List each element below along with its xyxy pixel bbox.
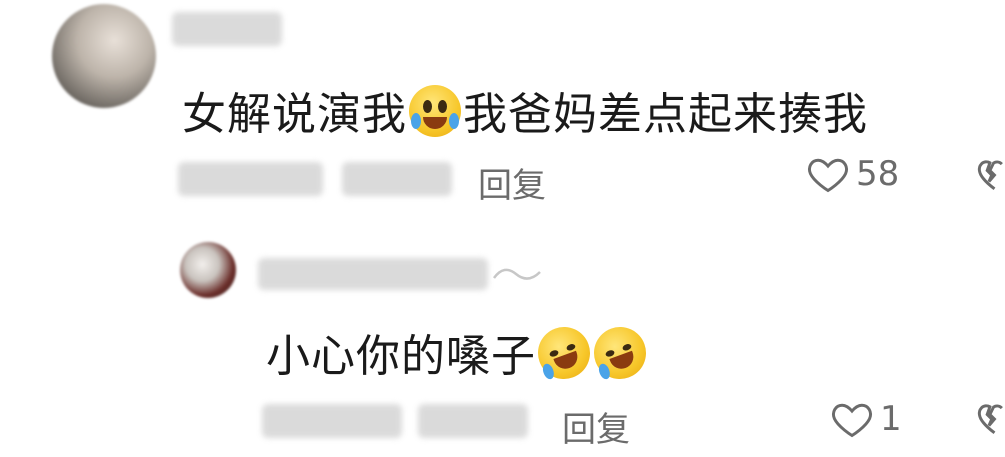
like-count: 1 (880, 399, 902, 439)
reply-arrow-icon (492, 268, 541, 280)
comment-text-part1: 女解说演我 (182, 89, 407, 140)
comment-text: 女解说演我 我爸妈差点起来揍我 (182, 78, 868, 142)
like-button[interactable]: 58 (806, 152, 899, 196)
comment-location-blurred (342, 162, 452, 196)
rolling-laughing-emoji-icon (530, 319, 598, 387)
broken-heart-icon[interactable] (972, 154, 1005, 198)
avatar[interactable] (180, 242, 236, 298)
reply-button[interactable]: 回复 (478, 158, 546, 207)
crying-laughing-emoji-icon (409, 85, 461, 137)
reply-time-blurred (262, 404, 402, 438)
like-button[interactable]: 1 (830, 397, 902, 441)
reply-text-body: 小心你的嗓子 (266, 331, 536, 382)
broken-heart-icon[interactable] (972, 398, 1005, 442)
like-count: 58 (856, 154, 900, 194)
reply-location-blurred (418, 404, 528, 438)
username-blurred[interactable] (172, 12, 282, 46)
rolling-laughing-emoji-icon (586, 319, 654, 387)
username-blurred[interactable] (258, 258, 488, 290)
comment-text-part2: 我爸妈差点起来揍我 (463, 89, 868, 140)
comment-time-blurred (178, 162, 323, 196)
avatar[interactable] (52, 4, 156, 108)
heart-icon (808, 158, 848, 193)
reply-button[interactable]: 回复 (562, 402, 630, 451)
reply-text: 小心你的嗓子 (266, 319, 654, 387)
heart-icon (832, 403, 872, 438)
